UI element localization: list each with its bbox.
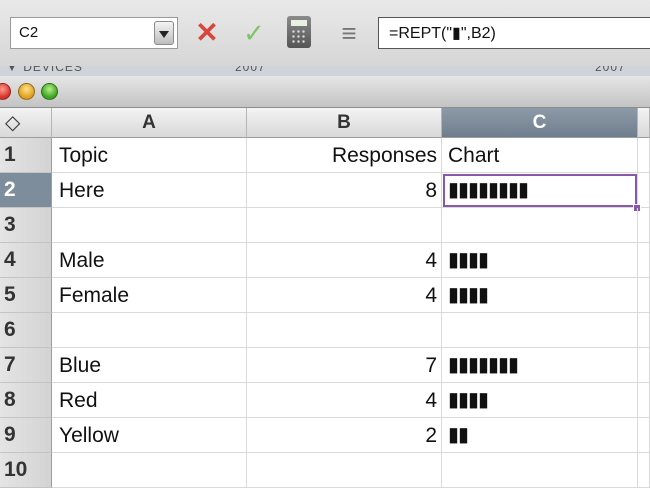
cell-a1[interactable]: Topic xyxy=(52,138,247,173)
column-header-c[interactable]: C xyxy=(442,108,638,138)
cell-b3[interactable] xyxy=(247,208,442,243)
table-row: 8 Red 4 ▮▮▮▮ xyxy=(0,383,650,418)
row-header[interactable]: 9 xyxy=(0,418,52,453)
table-row: 1 Topic Responses Chart xyxy=(0,138,650,173)
row-header[interactable]: 10 xyxy=(0,453,52,488)
cell-b8[interactable]: 4 xyxy=(247,383,442,418)
cell-c3[interactable] xyxy=(442,208,638,243)
cell-d10[interactable] xyxy=(638,453,650,488)
name-box-dropdown-button[interactable] xyxy=(154,21,174,45)
cell-a4[interactable]: Male xyxy=(52,243,247,278)
row-header[interactable]: 4 xyxy=(0,243,52,278)
window-titlebar xyxy=(0,76,650,108)
row-header[interactable]: 3 xyxy=(0,208,52,243)
cell-d6[interactable] xyxy=(638,313,650,348)
select-all-corner[interactable]: ◇ xyxy=(0,108,52,138)
row-header[interactable]: 2 xyxy=(0,173,52,208)
window-minimize-icon[interactable] xyxy=(18,83,35,100)
cell-a3[interactable] xyxy=(52,208,247,243)
cell-c1[interactable]: Chart xyxy=(442,138,638,173)
column-header-a[interactable]: A xyxy=(52,108,247,138)
table-row: 7 Blue 7 ▮▮▮▮▮▮▮ xyxy=(0,348,650,383)
cell-c8[interactable]: ▮▮▮▮ xyxy=(442,383,638,418)
cell-a8[interactable]: Red xyxy=(52,383,247,418)
equals-icon[interactable]: ≡ xyxy=(335,18,363,48)
formula-builder-icon[interactable] xyxy=(287,16,311,48)
spreadsheet-grid: ◇ A B C 1 Topic Responses Chart 2 Here 8… xyxy=(0,108,650,488)
cell-d5[interactable] xyxy=(638,278,650,313)
cell-c2[interactable]: ▮▮▮▮▮▮▮▮ xyxy=(442,173,638,208)
select-all-icon: ◇ xyxy=(5,112,21,134)
table-row: 10 xyxy=(0,453,650,488)
name-box-value: C2 xyxy=(19,24,39,41)
cell-b5[interactable]: 4 xyxy=(247,278,442,313)
cell-b4[interactable]: 4 xyxy=(247,243,442,278)
formula-bar: C2 ✕ ✓ ≡ =REPT("▮",B2) xyxy=(0,0,650,66)
window-close-icon[interactable] xyxy=(0,83,11,100)
window-zoom-icon[interactable] xyxy=(41,83,58,100)
table-row: 5 Female 4 ▮▮▮▮ xyxy=(0,278,650,313)
cell-c9[interactable]: ▮▮ xyxy=(442,418,638,453)
cell-a10[interactable] xyxy=(52,453,247,488)
cancel-formula-icon[interactable]: ✕ xyxy=(193,18,221,48)
cell-a9[interactable]: Yellow xyxy=(52,418,247,453)
cell-b7[interactable]: 7 xyxy=(247,348,442,383)
cell-b6[interactable] xyxy=(247,313,442,348)
table-row: 4 Male 4 ▮▮▮▮ xyxy=(0,243,650,278)
column-header-row: ◇ A B C xyxy=(0,108,650,138)
cell-b1[interactable]: Responses xyxy=(247,138,442,173)
cell-d2[interactable] xyxy=(638,173,650,208)
name-box[interactable]: C2 xyxy=(10,17,178,49)
cell-d7[interactable] xyxy=(638,348,650,383)
row-header[interactable]: 6 xyxy=(0,313,52,348)
background-year-label-2: 2007 xyxy=(595,66,626,74)
cell-c10[interactable] xyxy=(442,453,638,488)
cell-d3[interactable] xyxy=(638,208,650,243)
cell-a5[interactable]: Female xyxy=(52,278,247,313)
cell-d9[interactable] xyxy=(638,418,650,453)
cell-a7[interactable]: Blue xyxy=(52,348,247,383)
formula-input[interactable]: =REPT("▮",B2) xyxy=(378,17,650,49)
row-header[interactable]: 1 xyxy=(0,138,52,173)
table-row: 3 xyxy=(0,208,650,243)
cell-b9[interactable]: 2 xyxy=(247,418,442,453)
cell-c6[interactable] xyxy=(442,313,638,348)
row-header[interactable]: 8 xyxy=(0,383,52,418)
cell-c5[interactable]: ▮▮▮▮ xyxy=(442,278,638,313)
table-row: 2 Here 8 ▮▮▮▮▮▮▮▮ xyxy=(0,173,650,212)
row-header[interactable]: 5 xyxy=(0,278,52,313)
formula-text: =REPT("▮",B2) xyxy=(389,25,496,42)
background-year-label: 2007 xyxy=(235,66,266,74)
enter-formula-icon[interactable]: ✓ xyxy=(240,18,268,48)
cell-c7[interactable]: ▮▮▮▮▮▮▮ xyxy=(442,348,638,383)
cell-c4[interactable]: ▮▮▮▮ xyxy=(442,243,638,278)
cell-a6[interactable] xyxy=(52,313,247,348)
background-window-strip: ▼ DEVICES 2007 2007 xyxy=(0,66,650,76)
row-header[interactable]: 7 xyxy=(0,348,52,383)
cell-b2[interactable]: 8 xyxy=(247,173,442,208)
table-row: 9 Yellow 2 ▮▮ xyxy=(0,418,650,453)
table-row: 6 xyxy=(0,313,650,348)
cell-d1[interactable] xyxy=(638,138,650,173)
cell-a2[interactable]: Here xyxy=(52,173,247,208)
devices-label: ▼ DEVICES xyxy=(6,66,83,74)
column-header-d[interactable] xyxy=(638,108,650,138)
cell-d8[interactable] xyxy=(638,383,650,418)
cell-b10[interactable] xyxy=(247,453,442,488)
cell-d4[interactable] xyxy=(638,243,650,278)
column-header-b[interactable]: B xyxy=(247,108,442,138)
